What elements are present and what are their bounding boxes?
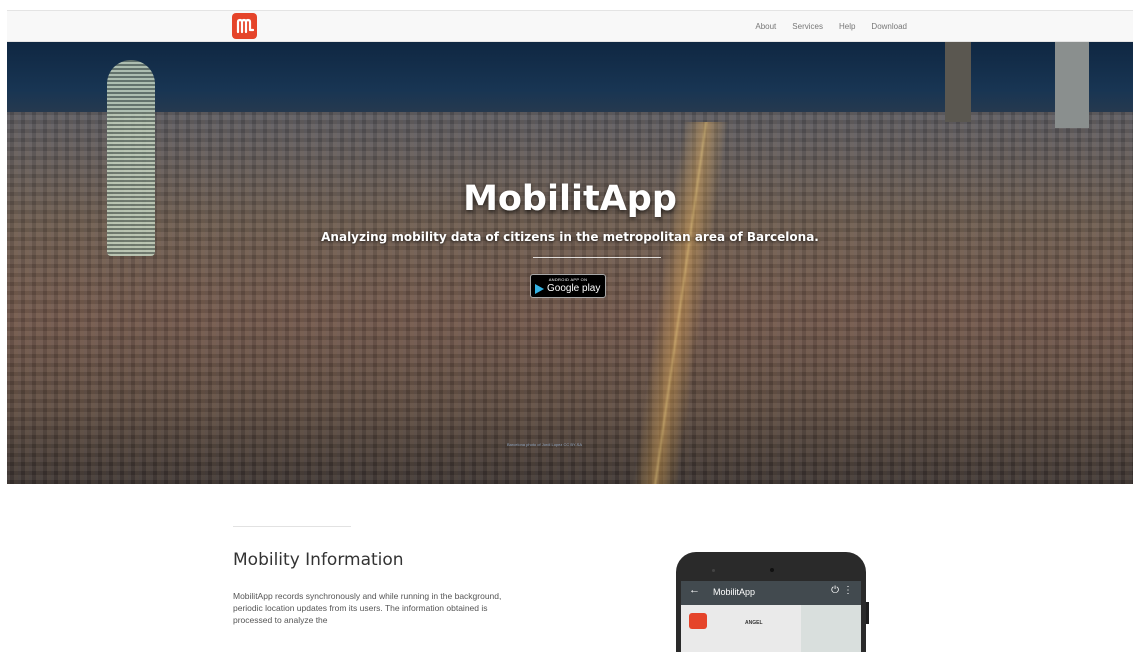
phone-map bbox=[801, 605, 861, 652]
photo-credit[interactable]: Barcelona photo of Jordi Lopez CC BY-SA bbox=[507, 442, 582, 447]
hero-subtitle: Analyzing mobility data of citizens in t… bbox=[321, 230, 819, 244]
hero-banner: MobilitApp Analyzing mobility data of ci… bbox=[7, 42, 1133, 484]
back-arrow-icon: ← bbox=[689, 584, 700, 596]
phone-screen: ← MobilitApp ⏻ ⋮ ANGEL bbox=[681, 581, 861, 652]
phone-mockup: ← MobilitApp ⏻ ⋮ ANGEL bbox=[676, 552, 869, 652]
hero-divider bbox=[533, 257, 661, 258]
nav-services[interactable]: Services bbox=[792, 22, 823, 31]
navbar: About Services Help Download bbox=[7, 10, 1133, 42]
nav-about[interactable]: About bbox=[755, 22, 776, 31]
google-play-badge[interactable]: ANDROID APP ON Google play bbox=[530, 274, 606, 298]
phone-user-logo bbox=[689, 613, 707, 629]
nav-links: About Services Help Download bbox=[755, 11, 907, 41]
section-divider bbox=[233, 526, 351, 527]
more-vert-icon: ⋮ bbox=[843, 585, 853, 596]
hero-city-background bbox=[7, 112, 1133, 484]
top-strip bbox=[0, 0, 1133, 10]
phone-speaker-dot bbox=[712, 569, 715, 572]
nav-help[interactable]: Help bbox=[839, 22, 855, 31]
hero-tower-agbar bbox=[107, 60, 155, 256]
section-body: MobilitApp records synchronously and whi… bbox=[233, 591, 502, 625]
power-icon: ⏻ bbox=[831, 585, 839, 596]
hero-title: MobilitApp bbox=[463, 179, 677, 219]
play-triangle-icon bbox=[535, 284, 544, 294]
app-logo[interactable] bbox=[232, 13, 257, 39]
section-title: Mobility Information bbox=[233, 550, 404, 570]
hero-tower-left bbox=[945, 42, 971, 122]
phone-user-name: ANGEL bbox=[745, 620, 763, 626]
phone-app-title: MobilitApp bbox=[713, 587, 756, 597]
logo-mark-icon bbox=[236, 18, 254, 34]
badge-big-text: Google play bbox=[547, 283, 601, 294]
phone-camera bbox=[770, 568, 774, 572]
phone-side-button bbox=[866, 602, 869, 624]
phone-appbar: ← MobilitApp ⏻ ⋮ bbox=[681, 581, 861, 605]
hero-tower-right bbox=[1055, 42, 1089, 128]
badge-small-text: ANDROID APP ON bbox=[548, 277, 588, 282]
nav-download[interactable]: Download bbox=[871, 22, 907, 31]
